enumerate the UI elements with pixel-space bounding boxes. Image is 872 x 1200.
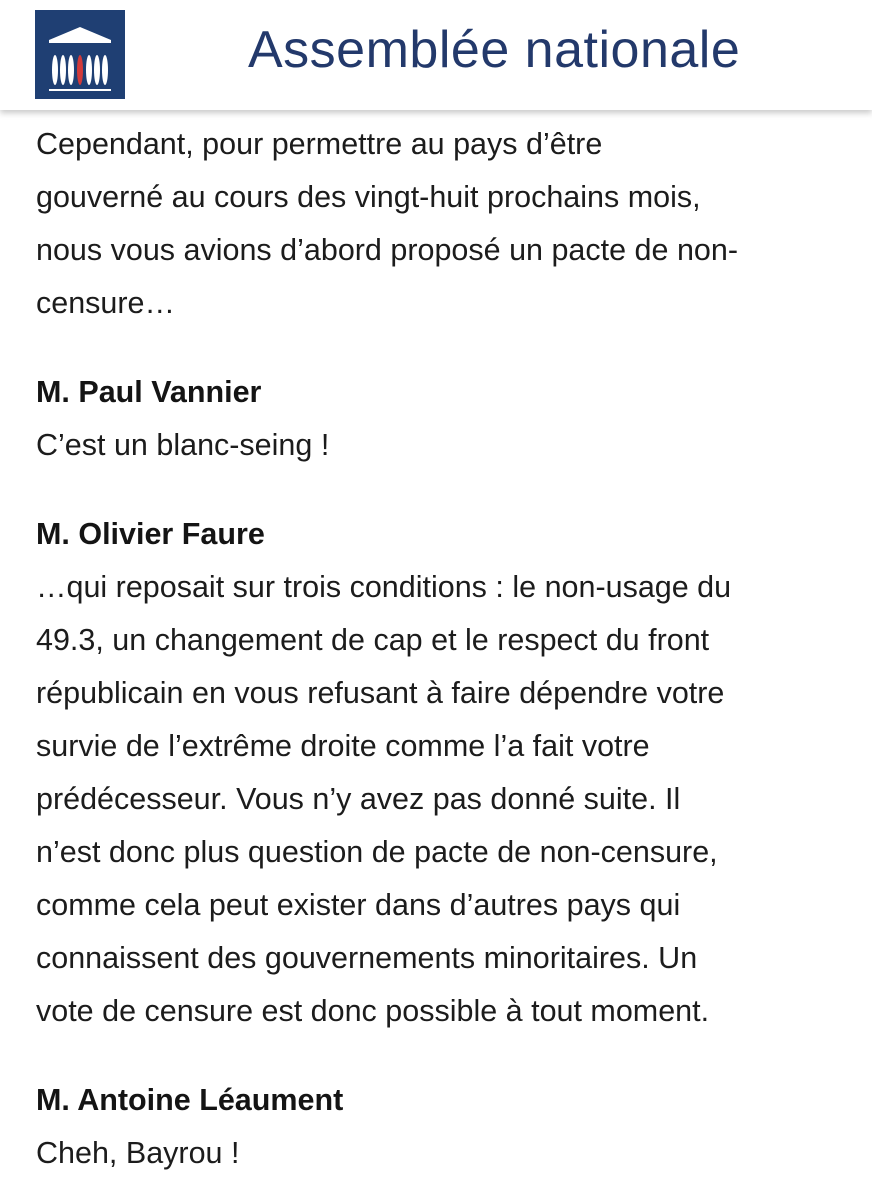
speaker-name[interactable]: M. Paul Vannier [36, 366, 848, 419]
speech-line: républicain en vous refusant à faire dép… [36, 676, 725, 710]
intro-line: nous vous avions d’abord proposé un pact… [36, 233, 738, 267]
speech-line: 49.3, un changement de cap et le respect… [36, 623, 710, 657]
intro-line: Cependant, pour permettre au pays d’être [36, 127, 603, 161]
assemblee-logo-icon[interactable] [35, 10, 125, 99]
site-header: Assemblée nationale [0, 0, 872, 110]
speech-line: survie de l’extrême droite comme l’a fai… [36, 729, 650, 763]
site-title[interactable]: Assemblée nationale [248, 14, 740, 86]
speech-line: Cheh, Bayrou ! [36, 1136, 240, 1170]
intro-paragraph: Cependant, pour permettre au pays d’être… [36, 118, 848, 330]
speech-line: n’est donc plus question de pacte de non… [36, 835, 718, 869]
intervention-faure: M. Olivier Faure …qui reposait sur trois… [36, 508, 848, 1038]
intro-line: censure… [36, 286, 176, 320]
speech-line: comme cela peut exister dans d’autres pa… [36, 888, 681, 922]
transcript-content: Cependant, pour permettre au pays d’être… [36, 118, 848, 1180]
speech-line: C’est un blanc-seing ! [36, 428, 330, 462]
intervention-vannier: M. Paul Vannier C’est un blanc-seing ! [36, 366, 848, 472]
speech-line: vote de censure est donc possible à tout… [36, 994, 710, 1028]
speech-line: …qui reposait sur trois conditions : le … [36, 570, 732, 604]
intro-line: gouverné au cours des vingt-huit prochai… [36, 180, 701, 214]
intervention-leaument: M. Antoine Léaument Cheh, Bayrou ! [36, 1074, 848, 1180]
speech-line: prédécesseur. Vous n’y avez pas donné su… [36, 782, 681, 816]
speech-line: connaissent des gouvernements minoritair… [36, 941, 698, 975]
speaker-name[interactable]: M. Olivier Faure [36, 508, 848, 561]
speaker-name[interactable]: M. Antoine Léaument [36, 1074, 848, 1127]
